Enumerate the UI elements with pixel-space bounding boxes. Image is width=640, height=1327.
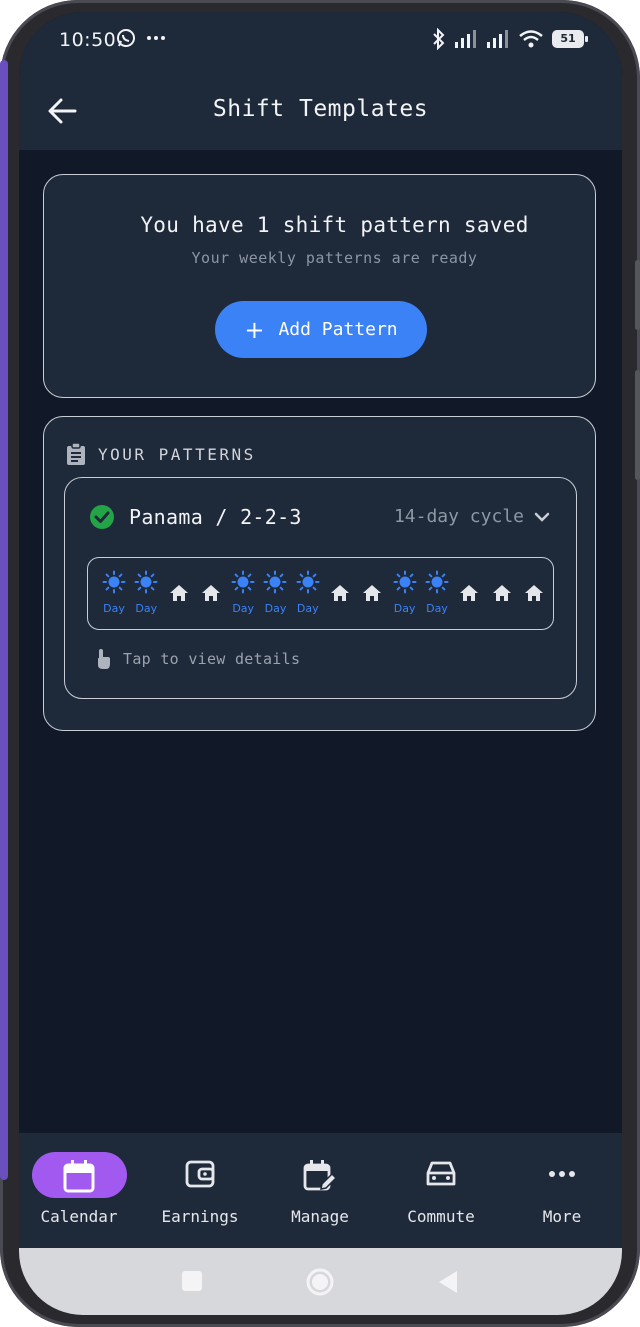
battery-icon: 51 bbox=[552, 30, 588, 48]
summary-title: You have 1 shift pattern saved bbox=[140, 213, 529, 237]
patterns-section-title: YOUR PATTERNS bbox=[98, 444, 256, 464]
day-off-cell bbox=[453, 566, 485, 622]
sun-icon bbox=[231, 570, 255, 593]
nav-item-calendar[interactable]: Calendar bbox=[19, 1133, 139, 1248]
pattern-cycle-label: 14-day cycle bbox=[393, 506, 524, 527]
nav-label: Calendar bbox=[40, 1207, 118, 1226]
day-shift-label: Day bbox=[296, 601, 319, 615]
summary-subtitle: Your weekly patterns are ready bbox=[191, 249, 478, 267]
day-shift-cell: Day bbox=[389, 566, 421, 622]
home-icon bbox=[460, 584, 479, 601]
pattern-day-strip: Day Day Day Day Day Day Day bbox=[87, 557, 554, 630]
more-icon bbox=[549, 1171, 575, 1177]
day-shift-label: Day bbox=[393, 601, 416, 615]
home-icon bbox=[524, 584, 543, 601]
sun-icon bbox=[425, 570, 449, 593]
home-circle-icon[interactable] bbox=[305, 1267, 335, 1297]
pattern-item[interactable]: Panama / 2-2-3 14-day cycle Day Day Day Day… bbox=[64, 477, 577, 699]
calendar-edit-icon bbox=[303, 1160, 337, 1191]
day-off-cell bbox=[486, 566, 518, 622]
back-triangle-icon[interactable] bbox=[437, 1270, 459, 1294]
bottom-nav: Calendar Earnings Manage Commute More bbox=[19, 1133, 622, 1248]
status-notification-icons bbox=[116, 28, 166, 48]
sun-icon bbox=[102, 570, 126, 593]
tap-hint: Tap to view details bbox=[95, 648, 300, 670]
day-shift-label: Day bbox=[264, 601, 287, 615]
screen: 10:50 51 Shift Templates You have 1 shif… bbox=[19, 12, 622, 1315]
nav-label: Earnings bbox=[161, 1207, 239, 1226]
day-shift-cell: Day bbox=[227, 566, 259, 622]
add-pattern-button[interactable]: + Add Pattern bbox=[215, 301, 427, 358]
nav-label: More bbox=[542, 1207, 582, 1226]
wallet-icon bbox=[185, 1160, 215, 1188]
wifi-icon bbox=[519, 30, 543, 48]
phone-frame: 10:50 51 Shift Templates You have 1 shif… bbox=[0, 0, 640, 1327]
day-shift-label: Day bbox=[103, 601, 125, 615]
add-pattern-label: Add Pattern bbox=[278, 319, 398, 340]
tap-hint-label: Tap to view details bbox=[123, 650, 301, 668]
car-icon bbox=[426, 1161, 456, 1186]
pattern-name: Panama / 2-2-3 bbox=[129, 505, 302, 529]
home-icon bbox=[331, 584, 350, 601]
home-icon bbox=[169, 584, 188, 601]
signal-icon bbox=[487, 30, 508, 48]
phone-side-accent bbox=[0, 60, 8, 1180]
day-shift-cell: Day bbox=[421, 566, 453, 622]
pattern-cycle[interactable]: 14-day cycle bbox=[394, 506, 550, 527]
home-icon bbox=[201, 584, 220, 601]
status-system-icons: 51 bbox=[432, 28, 588, 50]
clipboard-icon bbox=[67, 443, 85, 465]
day-shift-label: Day bbox=[232, 601, 255, 615]
day-shift-label: Day bbox=[426, 601, 448, 615]
summary-card: You have 1 shift pattern saved Your week… bbox=[43, 174, 596, 398]
home-icon bbox=[363, 584, 382, 601]
nav-item-more[interactable]: More bbox=[502, 1133, 622, 1248]
nav-label: Manage bbox=[291, 1207, 349, 1226]
day-shift-cell: Day bbox=[292, 566, 324, 622]
day-shift-label: Day bbox=[135, 601, 158, 615]
status-bar: 10:50 51 bbox=[19, 12, 622, 70]
day-off-cell bbox=[356, 566, 388, 622]
more-notifications-icon bbox=[147, 36, 165, 40]
day-shift-cell: Day bbox=[98, 566, 130, 622]
sun-icon bbox=[296, 570, 320, 593]
check-circle-icon bbox=[90, 505, 114, 529]
volume-button bbox=[635, 260, 640, 330]
nav-item-commute[interactable]: Commute bbox=[381, 1133, 501, 1248]
day-shift-cell: Day bbox=[259, 566, 291, 622]
day-off-cell bbox=[163, 566, 195, 622]
day-off-cell bbox=[195, 566, 227, 622]
bluetooth-icon bbox=[433, 28, 445, 50]
power-button bbox=[635, 370, 640, 480]
nav-item-manage[interactable]: Manage bbox=[260, 1133, 380, 1248]
calendar-icon bbox=[63, 1160, 95, 1193]
app-bar: Shift Templates bbox=[19, 70, 622, 150]
home-icon bbox=[492, 584, 511, 601]
patterns-header: YOUR PATTERNS bbox=[66, 443, 256, 465]
sun-icon bbox=[134, 570, 158, 593]
day-off-cell bbox=[518, 566, 550, 622]
signal-icon bbox=[455, 30, 476, 48]
recents-icon[interactable] bbox=[181, 1270, 203, 1292]
patterns-card: YOUR PATTERNS Panama / 2-2-3 14-day cycl… bbox=[43, 416, 596, 731]
sun-icon bbox=[263, 570, 287, 593]
plus-icon: + bbox=[244, 315, 265, 344]
status-time: 10:50 bbox=[59, 29, 117, 51]
nav-item-earnings[interactable]: Earnings bbox=[140, 1133, 260, 1248]
nav-label: Commute bbox=[407, 1207, 475, 1226]
whatsapp-icon bbox=[117, 29, 135, 47]
day-off-cell bbox=[324, 566, 356, 622]
system-nav-bar bbox=[19, 1248, 622, 1315]
day-shift-cell: Day bbox=[130, 566, 162, 622]
chevron-down-icon bbox=[534, 512, 550, 522]
page-title: Shift Templates bbox=[212, 96, 429, 122]
pattern-item-header: Panama / 2-2-3 bbox=[89, 504, 302, 530]
tap-hand-icon bbox=[98, 649, 110, 669]
sun-icon bbox=[393, 570, 417, 593]
